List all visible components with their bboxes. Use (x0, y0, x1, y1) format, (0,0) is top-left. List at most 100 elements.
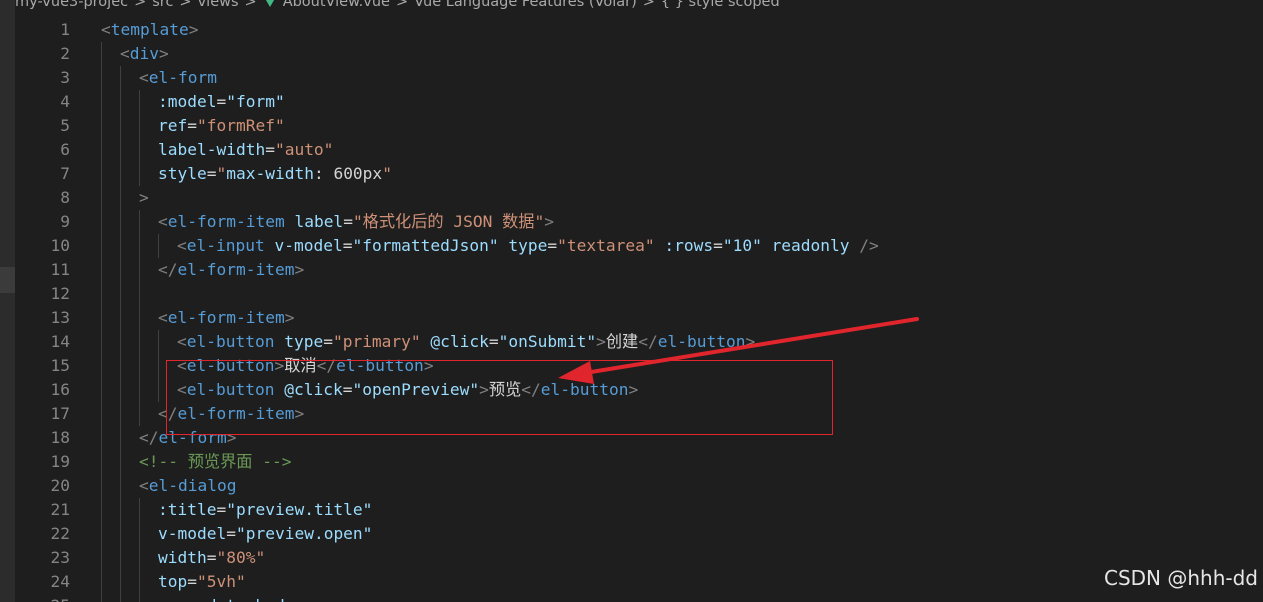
indent-guide (120, 570, 121, 594)
code-token: > (188, 20, 199, 39)
code-token: > (284, 308, 295, 327)
line-number: 20 (50, 476, 71, 495)
breadcrumb-item-symbol[interactable]: { } style scoped (661, 0, 780, 10)
code-line[interactable]: 23 width="80%" (15, 546, 1263, 570)
code-line[interactable]: 7 style="max-width: 600px" (15, 162, 1263, 186)
code-token: </ (638, 332, 658, 351)
code-token: "form" (226, 92, 285, 111)
code-token: < (177, 236, 187, 255)
code-token: el-button (657, 332, 746, 351)
code-editor[interactable]: 1 <template> 2 <div> 3 <el-form 4:model="form"… (15, 16, 1263, 602)
indent-guide (120, 162, 121, 186)
code-token: > (159, 44, 169, 63)
code-token: v-model (274, 236, 343, 255)
code-token: < (139, 476, 149, 495)
code-token: width (158, 548, 207, 567)
code-token: max-width (226, 164, 314, 183)
breadcrumb-item-file[interactable]: AboutView.vue (283, 0, 390, 10)
code-token: = (216, 92, 227, 111)
indent-guide (139, 402, 140, 426)
breadcrumb-separator: > (642, 0, 655, 10)
breadcrumb-item-project[interactable]: my-vue3-projec (15, 0, 128, 10)
breadcrumb-separator: > (395, 0, 409, 10)
line-number: 25 (15, 594, 71, 602)
code-line[interactable]: 10 <el-input v-model="formattedJson" type… (15, 234, 1263, 258)
code-token: type (508, 236, 548, 255)
indent-guide (101, 426, 102, 450)
code-token: > (745, 332, 756, 351)
indent-guide (139, 330, 140, 354)
code-line[interactable]: 3 <el-form (15, 66, 1263, 90)
indent-guide (139, 258, 140, 282)
indent-guide (101, 498, 102, 522)
code-line[interactable]: 21:title="preview.title" (15, 498, 1263, 522)
code-token: "onSubmit" (498, 332, 597, 351)
code-line[interactable]: 6 label-width="auto" (15, 138, 1263, 162)
code-line[interactable]: 13 <el-form-item> (15, 306, 1263, 330)
indent-guide (101, 402, 102, 426)
code-token: append-to-body (158, 596, 294, 602)
indent-guide (101, 594, 102, 602)
code-token: </ (158, 260, 178, 279)
indent-guide (120, 90, 121, 114)
code-line[interactable]: 5 ref="formRef" (15, 114, 1263, 138)
code-token: :title (158, 500, 217, 519)
line-number: 19 (50, 452, 71, 471)
vue-file-icon (262, 0, 277, 7)
code-line[interactable]: 2 <div> (15, 42, 1263, 66)
line-number: 13 (50, 308, 71, 327)
code-line[interactable]: 11 </el-form-item> (15, 258, 1263, 282)
indent-guide (139, 546, 140, 570)
code-token: label-width (158, 140, 266, 159)
code-line[interactable]: 12 (15, 282, 1263, 306)
code-token: v-model (158, 524, 227, 543)
code-token: = (713, 236, 723, 255)
indent-guide (158, 330, 159, 354)
code-token: "formRef" (197, 116, 285, 135)
code-line[interactable]: 20 <el-dialog (15, 474, 1263, 498)
watermark: CSDN @hhh-dd (1103, 566, 1258, 590)
code-token: "textarea" (557, 236, 655, 255)
code-text: <el-dialog (139, 474, 236, 498)
line-number: 10 (50, 236, 71, 255)
code-line[interactable]: 4:model="form" (15, 90, 1263, 114)
code-line[interactable]: 19 <!-- 预览界面 --> (15, 450, 1263, 474)
line-number: 12 (50, 284, 71, 303)
breadcrumb-item-src[interactable]: src (152, 0, 173, 10)
code-token: > (139, 188, 149, 207)
code-token: = (323, 332, 333, 351)
code-line[interactable]: 24 top="5vh" (15, 570, 1263, 594)
code-token: = (187, 572, 197, 591)
breadcrumb-separator: > (179, 0, 192, 10)
line-number: 23 (50, 548, 71, 567)
indent-guide (120, 546, 121, 570)
indent-guide (101, 522, 102, 546)
code-line[interactable]: 22 v-model="preview.open" (15, 522, 1263, 546)
code-token: </ (139, 428, 159, 447)
code-line[interactable]: 25 append-to-body (15, 594, 1263, 602)
breadcrumb: my-vue3-projec > src > views > AboutView… (15, 0, 1263, 14)
code-line[interactable]: 8 > (15, 186, 1263, 210)
code-line[interactable]: 14 <el-button type="primary" @click="onSu… (15, 330, 1263, 354)
code-text: <template> (101, 18, 198, 42)
code-token: el-form-item (177, 260, 295, 279)
line-number: 17 (50, 404, 71, 423)
breadcrumb-item-language[interactable]: Vue Language Features (Volar) (414, 0, 637, 10)
code-token: = (343, 212, 353, 231)
indent-guide (139, 522, 140, 546)
code-token: = (265, 140, 275, 159)
line-number: 2 (60, 44, 70, 63)
code-token: "auto" (274, 140, 334, 159)
indent-guide (139, 210, 140, 234)
code-line[interactable]: 9 <el-form-item label="格式化后的 JSON 数据"> (15, 210, 1263, 234)
indent-guide (120, 522, 121, 546)
code-text: <el-form-item label="格式化后的 JSON 数据"> (158, 210, 554, 234)
code-line[interactable]: 1 <template> (15, 18, 1263, 42)
indent-guide (101, 114, 102, 138)
code-token: readonly (771, 236, 850, 255)
indent-guide (139, 594, 140, 602)
indent-guide (120, 282, 121, 306)
breadcrumb-item-views[interactable]: views (198, 0, 239, 10)
